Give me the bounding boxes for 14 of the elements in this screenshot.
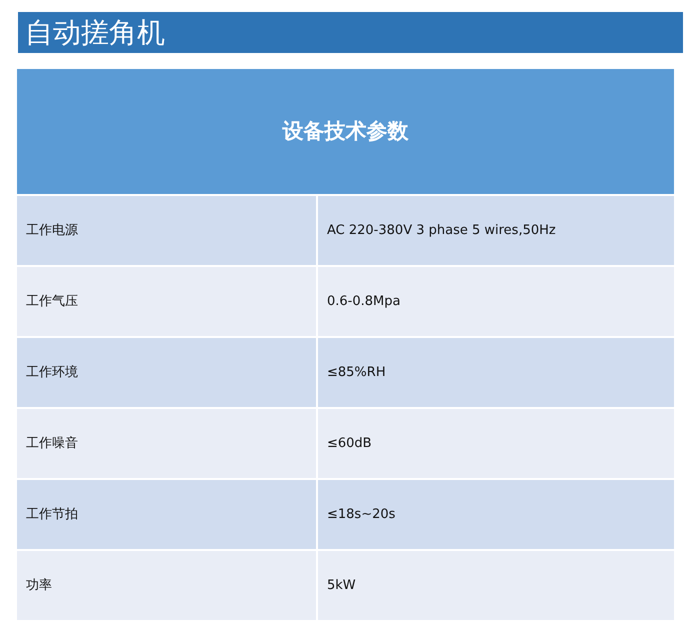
table-cell: 5kW	[318, 551, 674, 620]
table-cell: 工作噪音	[17, 409, 316, 478]
table-cell: 工作环境	[17, 338, 316, 407]
table-cell: 0.6-0.8Mpa	[318, 267, 674, 336]
table-heading: 设备技术参数	[282, 118, 408, 145]
table-cell: ≤18s~20s	[318, 480, 674, 549]
table-cell: ≤85%RH	[318, 338, 674, 407]
page-title: 自动搓角机	[25, 18, 165, 46]
table-cell: 工作电源	[17, 196, 316, 265]
table-cell: ≤60dB	[318, 409, 674, 478]
table-cell: 工作节拍	[17, 480, 316, 549]
table-cell: 功率	[17, 551, 316, 620]
table-cell: AC 220-380V 3 phase 5 wires,50Hz	[318, 196, 674, 265]
table-cell: 工作气压	[17, 267, 316, 336]
